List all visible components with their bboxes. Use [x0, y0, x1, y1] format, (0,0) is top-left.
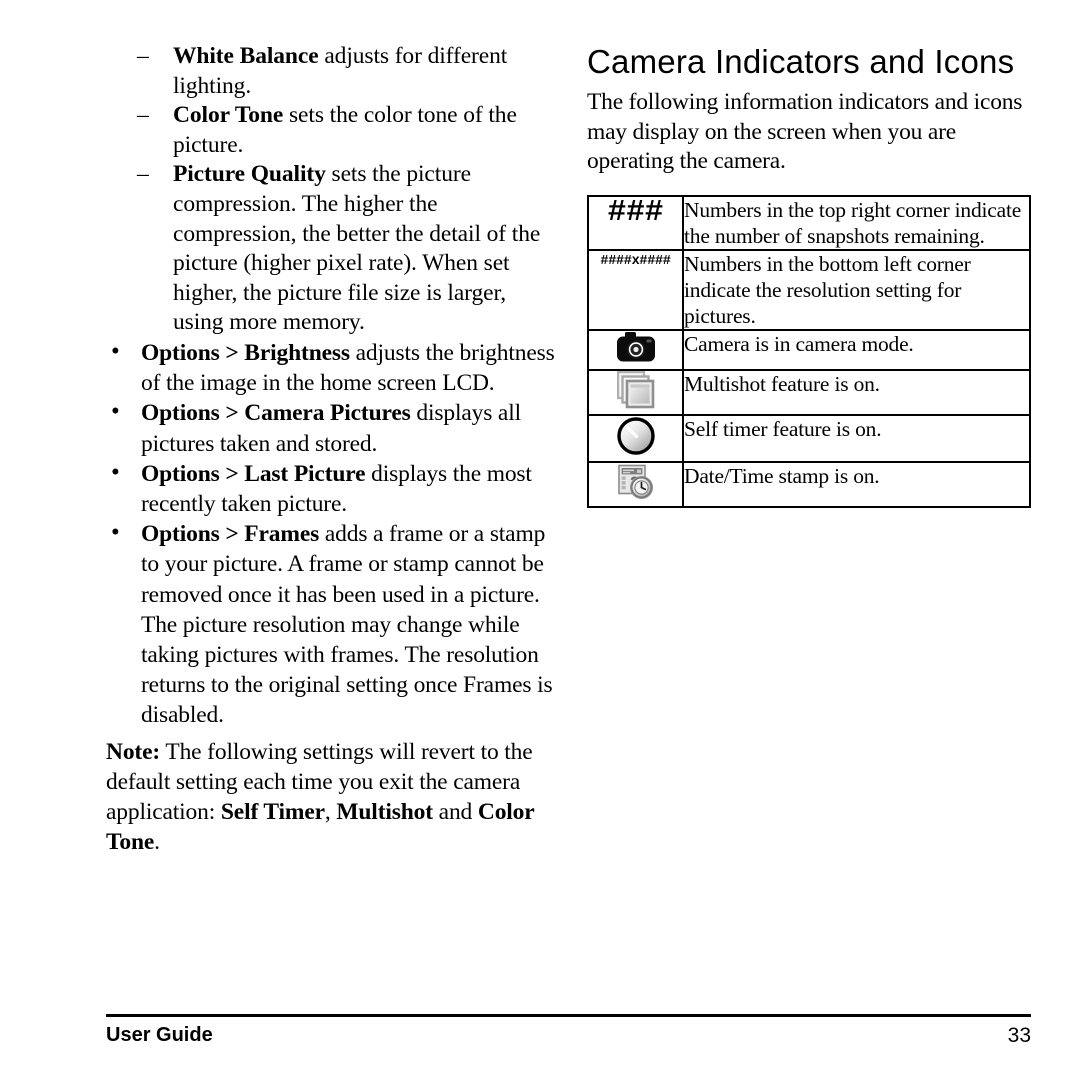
- page-number: 33: [1007, 1024, 1031, 1047]
- camera-icon: [616, 331, 656, 364]
- right-column: Camera Indicators and Icons The followin…: [587, 42, 1031, 508]
- left-column: – White Balance adjusts for different lig…: [106, 42, 558, 857]
- list-item-text: sets the picture compression. The higher…: [173, 161, 541, 336]
- table-row: Camera is in camera mode.: [587, 328, 1031, 371]
- table-cell-description: Numbers in the top right corner indicate…: [682, 194, 1031, 251]
- camera-indicators-table: ### Numbers in the top right corner indi…: [587, 194, 1031, 508]
- list-item: • Options > Frames adds a frame or a stam…: [106, 519, 558, 730]
- note-text-2: ,: [324, 798, 337, 825]
- table-cell-icon: [587, 413, 684, 463]
- note-label: Note:: [106, 738, 161, 765]
- note-text-4: .: [154, 829, 160, 856]
- date-time-stamp-icon: 2: [617, 463, 655, 501]
- footer-divider: [106, 1014, 1031, 1017]
- list-item-text: adds a frame or a stamp to your picture.…: [141, 521, 553, 729]
- table-row: Multishot feature is on.: [587, 368, 1031, 416]
- list-item-term: Options > Last Picture: [141, 460, 366, 487]
- list-item-term: White Balance: [173, 43, 319, 69]
- list-item-term: Options > Frames: [141, 521, 320, 548]
- dash-marker: –: [137, 43, 149, 69]
- table-row: ### Numbers in the top right corner indi…: [587, 194, 1031, 251]
- note-term-multishot: Multishot: [336, 798, 433, 825]
- bullet-marker: •: [111, 398, 120, 426]
- dash-marker: –: [137, 161, 149, 188]
- note-text-3: and: [432, 798, 478, 825]
- table-row: Self timer feature is on.: [587, 413, 1031, 463]
- dash-marker: –: [137, 102, 149, 129]
- options-bullet-list: • Options > Brightness adjusts the bright…: [106, 338, 558, 731]
- table-row: 2 Date/Time stamp is on.: [587, 460, 1031, 508]
- table-cell-description: Self timer feature is on.: [682, 413, 1031, 463]
- list-item: • Options > Last Picture displays the mos…: [106, 459, 558, 519]
- page-title: Camera Indicators and Icons: [587, 43, 1015, 80]
- bullet-marker: •: [111, 337, 120, 365]
- sub-bullet-list: – White Balance adjusts for different lig…: [106, 42, 558, 338]
- hash-count-indicator: ###: [587, 194, 684, 251]
- list-item: – White Balance adjusts for different lig…: [106, 42, 558, 101]
- table-cell-description: Numbers in the bottom left corner indica…: [682, 248, 1031, 331]
- bullet-marker: •: [111, 519, 120, 547]
- list-item-term: Color Tone: [173, 102, 284, 129]
- table-row: ####x#### Numbers in the bottom left cor…: [587, 248, 1031, 331]
- list-item-term: Options > Brightness: [141, 339, 350, 366]
- table-cell-description: Multishot feature is on.: [682, 368, 1031, 416]
- multishot-icon: [616, 370, 655, 409]
- list-item-term: Picture Quality: [173, 161, 326, 188]
- hash-count-text: ###: [607, 194, 664, 230]
- list-item: • Options > Camera Pictures displays all …: [106, 398, 558, 458]
- self-timer-icon: [616, 416, 656, 456]
- note-term-self-timer: Self Timer: [220, 798, 325, 825]
- note-paragraph: Note: The following settings will revert…: [106, 737, 558, 858]
- list-item: – Picture Quality sets the picture compre…: [106, 160, 558, 338]
- resolution-text: ####x####: [600, 253, 671, 269]
- table-cell-description: Camera is in camera mode.: [682, 328, 1031, 371]
- document-page: – White Balance adjusts for different lig…: [0, 0, 1080, 1080]
- table-cell-icon: [587, 368, 684, 416]
- bullet-marker: •: [111, 458, 120, 486]
- intro-paragraph: The following information indicators and…: [587, 89, 1023, 175]
- list-item: • Options > Brightness adjusts the bright…: [106, 338, 558, 398]
- table-cell-icon: [587, 328, 684, 371]
- resolution-indicator: ####x####: [587, 248, 684, 331]
- list-item-term: Options > Camera Pictures: [141, 400, 411, 427]
- table-cell-icon: 2: [587, 460, 684, 508]
- list-item: – Color Tone sets the color tone of the p…: [106, 101, 558, 160]
- table-cell-description: Date/Time stamp is on.: [682, 460, 1031, 508]
